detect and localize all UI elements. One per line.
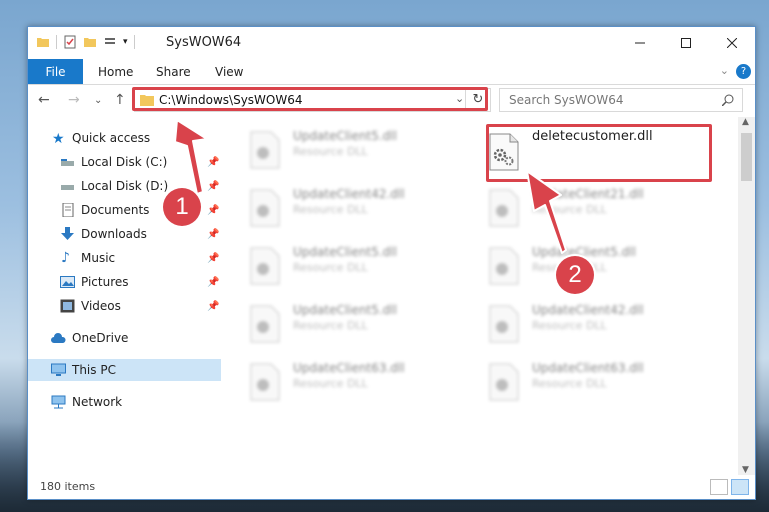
- up-button[interactable]: ↑: [114, 92, 126, 108]
- step-1-badge: 1: [163, 188, 201, 226]
- pin-icon[interactable]: 📌: [207, 157, 219, 168]
- chevron-down-icon[interactable]: ▾: [123, 37, 128, 47]
- drive-icon: [61, 185, 74, 190]
- dll-file-icon: [489, 363, 519, 401]
- large-icons-view-button[interactable]: [731, 479, 749, 495]
- properties-icon[interactable]: [63, 35, 77, 49]
- file-explorer-window: ▾ SysWOW64 File Home Share View ⌄ ? ← → …: [27, 26, 756, 500]
- pictures-icon: [60, 276, 75, 288]
- drive-icon: [61, 159, 74, 166]
- folder-icon[interactable]: [36, 35, 50, 49]
- videos-icon: [60, 299, 75, 313]
- scroll-thumb[interactable]: [741, 133, 752, 181]
- minimize-icon: [635, 42, 645, 44]
- highlight-address-bar: [132, 87, 488, 111]
- monitor-icon: [51, 363, 66, 376]
- list-item[interactable]: UpdateClient5.dll Resource DLL: [249, 301, 469, 349]
- tab-view[interactable]: View: [215, 59, 243, 84]
- dll-file-icon: [250, 189, 280, 227]
- list-item[interactable]: UpdateClient5.dll Resource DLL: [249, 243, 469, 291]
- pin-icon[interactable]: 📌: [207, 277, 219, 288]
- list-item[interactable]: UpdateClient5.dll Resource DLL: [488, 243, 708, 291]
- list-item[interactable]: UpdateClient42.dll Resource DLL: [249, 185, 469, 233]
- sidebar-item-onedrive[interactable]: OneDrive: [28, 327, 221, 349]
- scroll-up-icon[interactable]: ▲: [742, 117, 749, 127]
- scroll-down-icon[interactable]: ▼: [742, 465, 749, 475]
- maximize-icon: [681, 38, 691, 48]
- pin-icon[interactable]: 📌: [207, 253, 219, 264]
- tab-share[interactable]: Share: [156, 59, 191, 84]
- pin-icon[interactable]: 📌: [207, 205, 219, 216]
- list-item[interactable]: UpdateClient21.dll Resource DLL: [488, 185, 708, 233]
- window-title: SysWOW64: [166, 35, 242, 50]
- pin-icon[interactable]: 📌: [207, 181, 219, 192]
- list-item[interactable]: UpdateClient63.dll Resource DLL: [249, 359, 469, 407]
- music-icon: ♪: [61, 250, 70, 266]
- sidebar-item-downloads[interactable]: Downloads 📌: [28, 223, 221, 245]
- close-icon: [727, 38, 737, 48]
- customize-icon[interactable]: [103, 35, 117, 49]
- maximize-button[interactable]: [663, 27, 709, 59]
- dll-file-icon: [489, 247, 519, 285]
- sidebar-item-pictures[interactable]: Pictures 📌: [28, 271, 221, 293]
- step-2-badge: 2: [556, 256, 594, 294]
- tab-file[interactable]: File: [28, 59, 83, 84]
- item-count: 180 items: [40, 480, 96, 493]
- chevron-down-icon[interactable]: ⌄: [720, 64, 729, 77]
- minimize-button[interactable]: [617, 27, 663, 59]
- close-button[interactable]: [709, 27, 755, 59]
- new-folder-icon[interactable]: [83, 35, 97, 49]
- list-item[interactable]: UpdateClient5.dll Resource DLL: [249, 127, 469, 175]
- search-input[interactable]: Search SysWOW64: [509, 93, 623, 107]
- vertical-scrollbar[interactable]: ▲ ▼: [738, 117, 755, 475]
- ribbon-tabs: File Home Share View ⌄ ?: [28, 59, 755, 85]
- list-item[interactable]: UpdateClient42.dll Resource DLL: [488, 301, 708, 349]
- sidebar-item-quick-access[interactable]: ★ Quick access: [28, 127, 221, 149]
- sidebar-item-network[interactable]: Network: [28, 391, 221, 413]
- status-bar: 180 items: [28, 475, 755, 499]
- dll-file-icon: [250, 305, 280, 343]
- tab-home[interactable]: Home: [98, 59, 133, 84]
- cloud-icon: [51, 333, 66, 343]
- list-item[interactable]: UpdateClient63.dll Resource DLL: [488, 359, 708, 407]
- back-button[interactable]: ←: [38, 92, 50, 108]
- pin-icon[interactable]: 📌: [207, 301, 219, 312]
- recent-locations-button[interactable]: ⌄: [94, 95, 102, 106]
- sidebar-item-local-disk-c[interactable]: Local Disk (C:) 📌: [28, 151, 221, 173]
- dll-file-icon: [250, 131, 280, 169]
- sidebar-item-this-pc[interactable]: This PC: [28, 359, 221, 381]
- navigation-pane: ★ Quick access Local Disk (C:) 📌 Local D…: [28, 123, 221, 463]
- documents-icon: [62, 203, 74, 217]
- dll-file-icon: [250, 247, 280, 285]
- search-box[interactable]: Search SysWOW64: [499, 88, 743, 112]
- dll-file-icon: [489, 189, 519, 227]
- search-icon: [722, 94, 734, 106]
- network-icon: [51, 395, 66, 409]
- address-row: ← → ⌄ ↑ C:\Windows\SysWOW64 ⌄ ↻ Search S…: [28, 85, 755, 115]
- forward-button[interactable]: →: [68, 92, 80, 108]
- dll-file-icon: [250, 363, 280, 401]
- help-icon[interactable]: ?: [736, 64, 751, 79]
- sidebar-item-music[interactable]: ♪ Music 📌: [28, 247, 221, 269]
- quick-access-toolbar: ▾: [36, 35, 135, 49]
- details-view-button[interactable]: [710, 479, 728, 495]
- title-bar: ▾ SysWOW64: [28, 27, 755, 59]
- highlight-deletecustomer-file: [486, 124, 712, 182]
- pin-icon[interactable]: 📌: [207, 229, 219, 240]
- star-icon: ★: [52, 131, 65, 147]
- sidebar-item-videos[interactable]: Videos 📌: [28, 295, 221, 317]
- download-icon: [61, 227, 74, 240]
- dll-file-icon: [489, 305, 519, 343]
